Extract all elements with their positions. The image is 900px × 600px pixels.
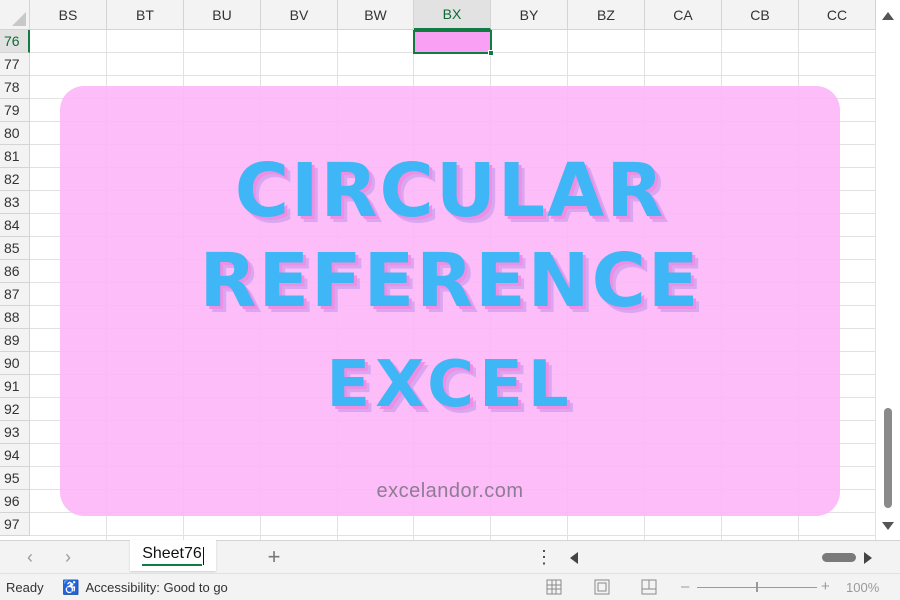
row-header[interactable]: 86 — [0, 260, 30, 283]
fill-handle[interactable] — [488, 50, 494, 56]
column-header[interactable]: BU — [184, 0, 261, 30]
banner-title-line: REFERENCE — [199, 238, 701, 324]
column-header[interactable]: BS — [30, 0, 107, 30]
zoom-out-button[interactable]: – — [681, 578, 689, 595]
column-header[interactable]: CB — [722, 0, 799, 30]
zoom-slider-handle[interactable] — [756, 582, 758, 592]
column-header[interactable]: BZ — [568, 0, 645, 30]
row-header[interactable]: 95 — [0, 467, 30, 490]
row-header[interactable]: 77 — [0, 53, 30, 76]
row-header[interactable]: 78 — [0, 76, 30, 99]
title-banner: CIRCULAR REFERENCE EXCEL excelandor.com — [60, 86, 840, 516]
accessibility-status[interactable]: ♿ Accessibility: Good to go — [62, 579, 228, 596]
row-header[interactable]: 93 — [0, 421, 30, 444]
next-sheet-icon[interactable]: › — [56, 545, 80, 569]
banner-title-line: CIRCULAR — [234, 148, 666, 234]
gridline — [30, 75, 876, 76]
sheet-tabs-bar: ‹ › Sheet76 + ⋮ — [0, 540, 900, 573]
page-layout-view-icon[interactable] — [593, 578, 611, 596]
previous-sheet-icon[interactable]: ‹ — [18, 545, 42, 569]
page-break-preview-icon[interactable] — [640, 578, 658, 596]
horizontal-scroll-thumb[interactable] — [822, 553, 856, 562]
row-header[interactable]: 97 — [0, 513, 30, 536]
row-header[interactable]: 85 — [0, 237, 30, 260]
active-cell[interactable] — [413, 30, 492, 54]
more-options-icon[interactable]: ⋮ — [535, 545, 553, 569]
row-header[interactable]: 94 — [0, 444, 30, 467]
scroll-right-arrow-icon[interactable] — [864, 552, 872, 564]
column-header[interactable]: BY — [491, 0, 568, 30]
row-header[interactable]: 82 — [0, 168, 30, 191]
column-header[interactable]: BT — [107, 0, 184, 30]
row-header[interactable]: 79 — [0, 99, 30, 122]
status-ready: Ready — [6, 580, 44, 595]
text-cursor — [202, 546, 204, 565]
row-header[interactable]: 96 — [0, 490, 30, 513]
scroll-left-arrow-icon[interactable] — [570, 552, 578, 564]
row-header[interactable]: 88 — [0, 306, 30, 329]
banner-title-line: EXCEL — [326, 348, 574, 422]
gridline — [30, 535, 876, 536]
row-header[interactable]: 92 — [0, 398, 30, 421]
row-header[interactable]: 83 — [0, 191, 30, 214]
row-header[interactable]: 89 — [0, 329, 30, 352]
column-header[interactable]: CA — [645, 0, 722, 30]
zoom-percentage[interactable]: 100% — [846, 580, 879, 595]
row-header[interactable]: 91 — [0, 375, 30, 398]
vertical-scroll-thumb[interactable] — [884, 408, 892, 508]
select-all-corner[interactable] — [0, 0, 30, 30]
row-header[interactable]: 90 — [0, 352, 30, 375]
row-header[interactable]: 81 — [0, 145, 30, 168]
vertical-scrollbar[interactable] — [876, 0, 900, 540]
accessibility-label[interactable]: Accessibility: Good to go — [85, 580, 227, 595]
column-header[interactable]: BW — [338, 0, 414, 30]
row-header[interactable]: 87 — [0, 283, 30, 306]
column-header-active[interactable]: BX — [414, 0, 491, 30]
row-header[interactable]: 84 — [0, 214, 30, 237]
add-sheet-icon[interactable]: + — [262, 544, 286, 569]
row-header-active[interactable]: 76 — [0, 30, 30, 53]
scroll-down-arrow-icon[interactable] — [882, 522, 894, 530]
scroll-up-arrow-icon[interactable] — [882, 12, 894, 20]
spreadsheet-grid[interactable]: BS BT BU BV BW BX BY BZ CA CB CC 76 77 7… — [0, 0, 876, 540]
zoom-in-button[interactable]: + — [821, 578, 830, 595]
normal-view-icon[interactable] — [545, 578, 563, 596]
website-credit: excelandor.com — [376, 480, 524, 502]
column-header[interactable]: CC — [799, 0, 876, 30]
column-header[interactable]: BV — [261, 0, 338, 30]
sheet-tab-label[interactable]: Sheet76 — [142, 545, 202, 566]
accessibility-icon: ♿ — [62, 579, 80, 595]
sheet-tab-active[interactable]: Sheet76 — [130, 540, 216, 571]
row-header[interactable]: 80 — [0, 122, 30, 145]
status-bar: Ready ♿ Accessibility: Good to go – + 10… — [0, 573, 900, 600]
